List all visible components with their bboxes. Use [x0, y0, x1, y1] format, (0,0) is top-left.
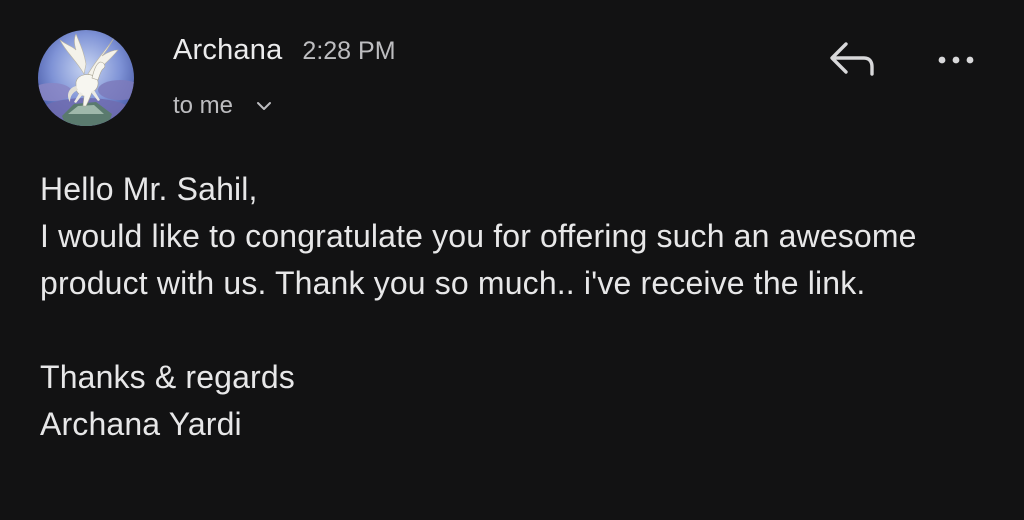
- message-body: Hello Mr. Sahil, I would like to congrat…: [40, 166, 1000, 448]
- message-closing: Thanks & regards: [40, 359, 295, 395]
- recipient-label: to me: [173, 92, 234, 119]
- message-paragraph: I would like to congratulate you for off…: [40, 218, 917, 301]
- reply-button[interactable]: [822, 38, 882, 82]
- sender-avatar[interactable]: [38, 30, 134, 126]
- pegasus-avatar-image: [38, 30, 134, 126]
- message-header: Archana 2:28 PM to me: [0, 0, 1024, 150]
- sender-name[interactable]: Archana: [173, 34, 282, 67]
- chevron-down-icon: [255, 99, 273, 113]
- sender-line: Archana 2:28 PM: [173, 34, 396, 67]
- message-time: 2:28 PM: [302, 37, 396, 65]
- reply-arrow-icon: [830, 42, 874, 76]
- more-horizontal-icon: [938, 56, 974, 64]
- message-greeting: Hello Mr. Sahil,: [40, 171, 258, 207]
- more-options-button[interactable]: [928, 40, 984, 80]
- message-signature: Archana Yardi: [40, 406, 242, 442]
- recipient-details-toggle[interactable]: to me: [173, 92, 273, 120]
